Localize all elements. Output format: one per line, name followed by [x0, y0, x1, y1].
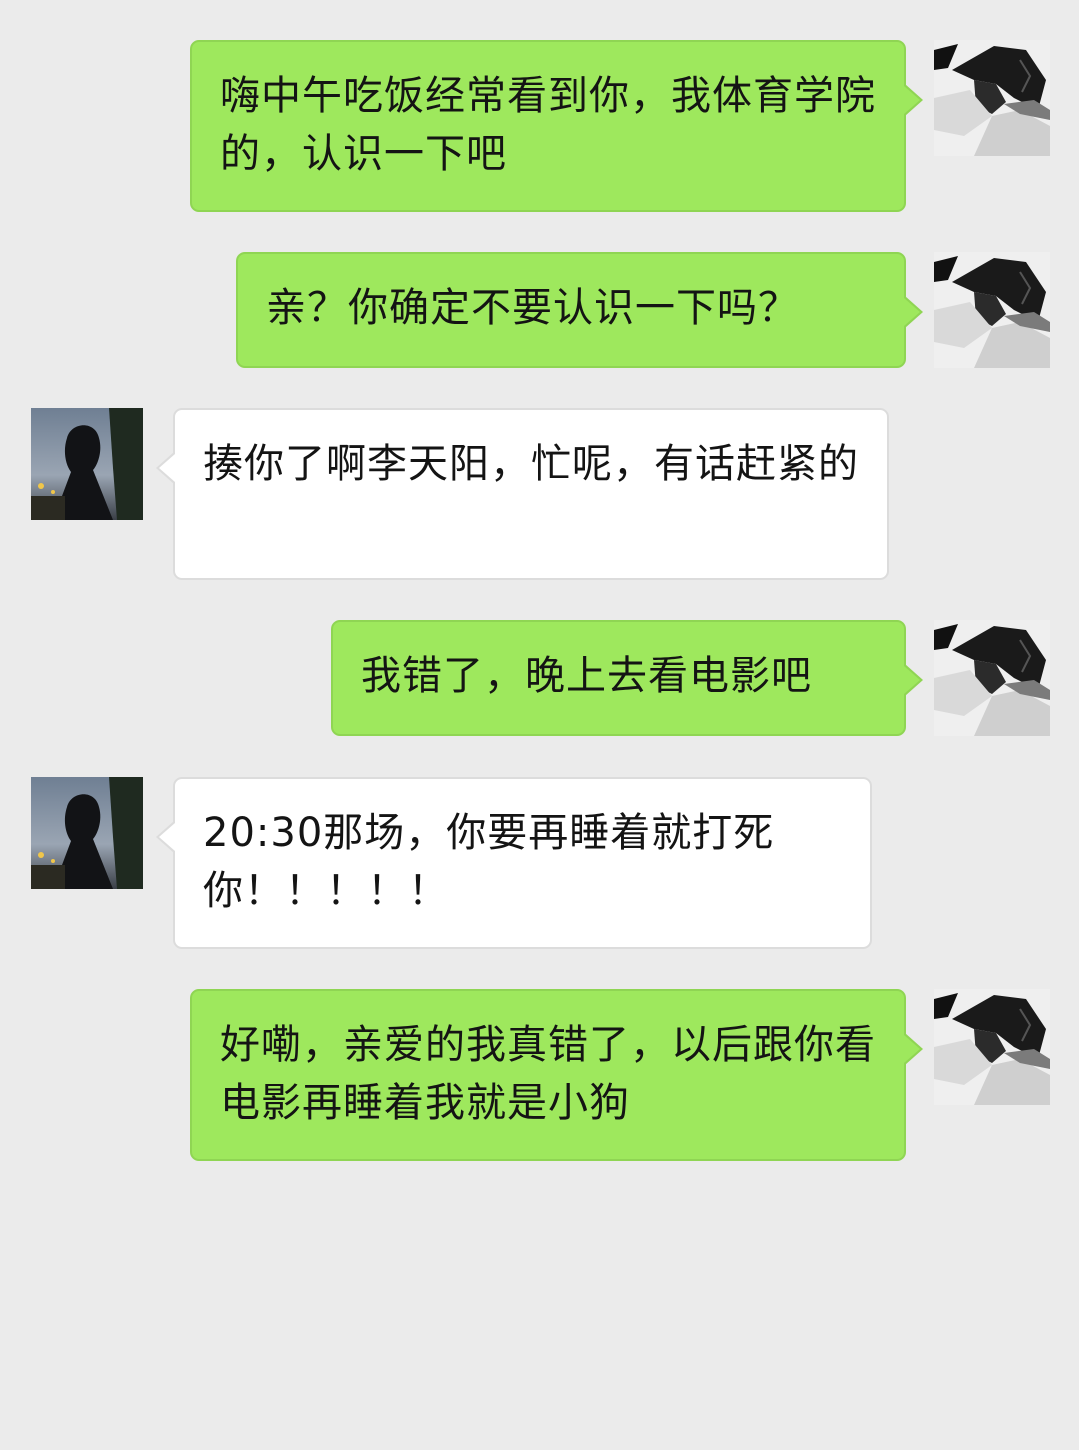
- manga-boy-avatar-icon[interactable]: [934, 989, 1050, 1105]
- message-bubble-sent[interactable]: 我错了，晚上去看电影吧: [331, 620, 923, 736]
- chat-message-list[interactable]: 嗨中午吃饭经常看到你，我体育学院的，认识一下吧 亲？你确定不要认识一下吗？ 揍你…: [0, 0, 1079, 1450]
- bubble-tail: [904, 298, 920, 326]
- bubble-tail: [904, 1035, 920, 1063]
- message-bubble-received[interactable]: 20:30那场，你要再睡着就打死你！！！！！: [156, 777, 872, 949]
- bubble-tail: [904, 666, 920, 694]
- girl-silhouette-avatar-icon[interactable]: [31, 408, 143, 520]
- message-text: 20:30那场，你要再睡着就打死你！！！！！: [203, 810, 775, 914]
- message-bubble-sent[interactable]: 亲？你确定不要认识一下吗？: [236, 252, 923, 368]
- bubble-tail: [159, 454, 175, 482]
- bubble-tail: [904, 86, 920, 114]
- manga-boy-avatar-icon[interactable]: [934, 620, 1050, 736]
- manga-boy-avatar-icon[interactable]: [934, 252, 1050, 368]
- bubble-tail: [159, 823, 175, 851]
- message-text: 亲？你确定不要认识一下吗？: [266, 285, 799, 331]
- girl-silhouette-avatar-icon[interactable]: [31, 777, 143, 889]
- message-bubble-received[interactable]: 揍你了啊李天阳，忙呢，有话赶紧的: [156, 408, 889, 580]
- message-bubble-sent[interactable]: 嗨中午吃饭经常看到你，我体育学院的，认识一下吧: [190, 40, 923, 212]
- message-text: 我错了，晚上去看电影吧: [361, 653, 812, 699]
- message-text: 好嘞，亲爱的我真错了，以后跟你看电影再睡着我就是小狗: [220, 1022, 876, 1126]
- message-text: 嗨中午吃饭经常看到你，我体育学院的，认识一下吧: [220, 73, 876, 177]
- message-bubble-sent[interactable]: 好嘞，亲爱的我真错了，以后跟你看电影再睡着我就是小狗: [190, 989, 923, 1161]
- message-text: 揍你了啊李天阳，忙呢，有话赶紧的: [203, 441, 859, 487]
- manga-boy-avatar-icon[interactable]: [934, 40, 1050, 156]
